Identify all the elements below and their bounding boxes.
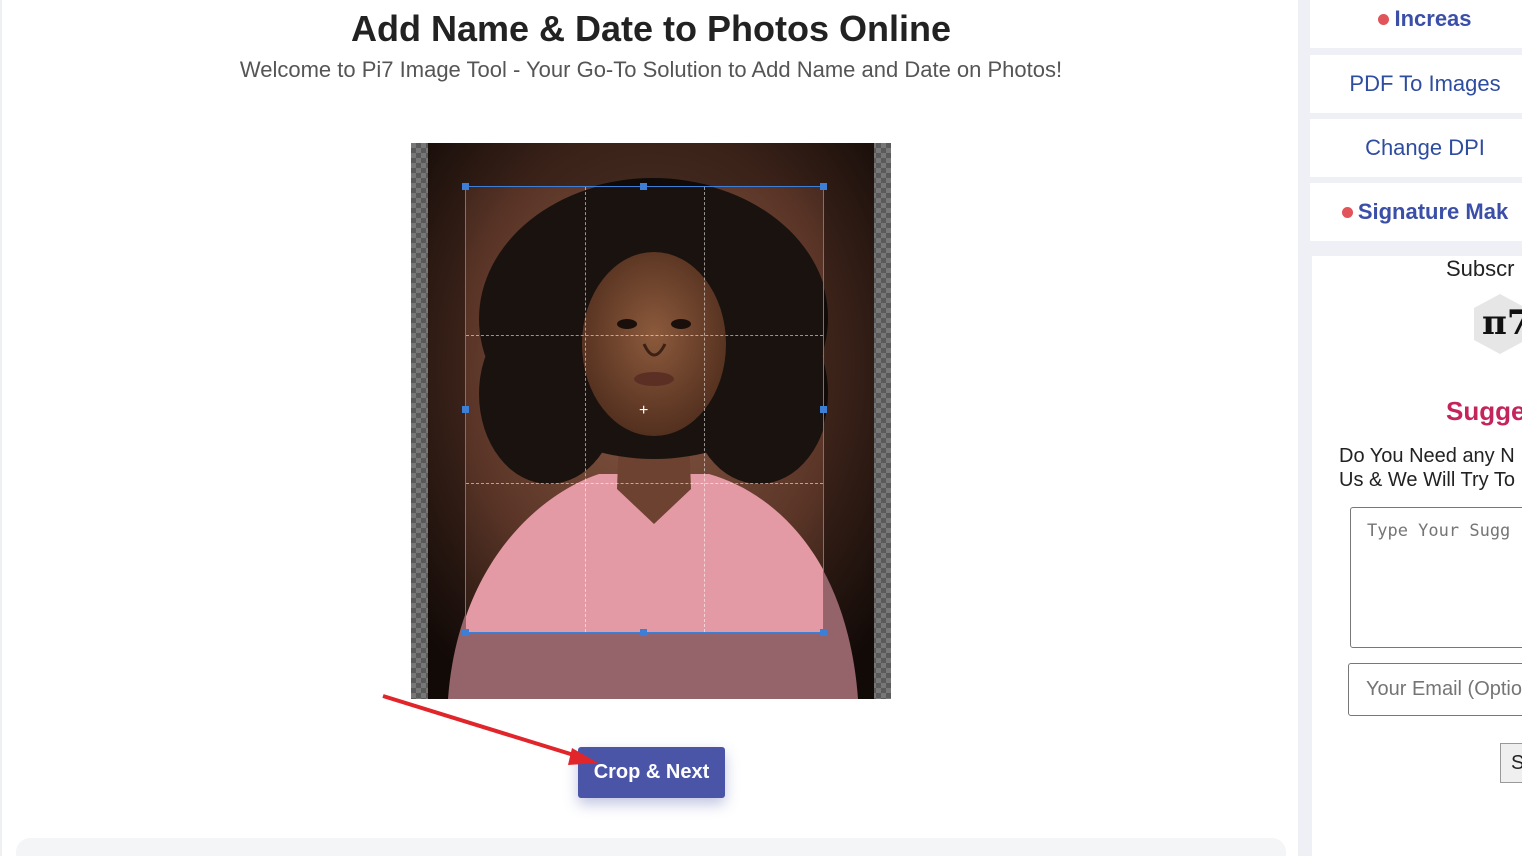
subscribe-suggest-card: Subscr π7 Sugge Do You Need any N Us & W… bbox=[1312, 256, 1522, 856]
sidebar-link-label: Signature Mak bbox=[1357, 199, 1509, 224]
pi7-logo-icon[interactable]: π7 bbox=[1470, 292, 1522, 356]
suggest-heading: Sugge bbox=[1446, 396, 1522, 426]
subscribe-label: Subscr bbox=[1446, 256, 1515, 281]
suggest-text-line: Do You Need any N bbox=[1339, 445, 1515, 467]
crop-handle-bottom-right[interactable] bbox=[820, 629, 827, 636]
crop-selection[interactable]: + bbox=[462, 183, 827, 636]
crop-handle-top-right[interactable] bbox=[820, 183, 827, 190]
page: Add Name & Date to Photos Online Welcome… bbox=[0, 0, 1522, 856]
sidebar-link-increase[interactable]: Increas bbox=[1310, 0, 1522, 48]
suggestion-textarea[interactable] bbox=[1350, 507, 1522, 648]
crop-handle-right[interactable] bbox=[820, 406, 827, 413]
sidebar-link-label: PDF To Images bbox=[1349, 71, 1501, 96]
crop-selection-preview: + bbox=[466, 187, 823, 632]
suggest-text-line: Us & We Will Try To bbox=[1339, 469, 1515, 491]
new-dot-icon bbox=[1378, 13, 1390, 25]
sidebar-link-signature-maker[interactable]: Signature Mak bbox=[1310, 183, 1522, 241]
sidebar: Increas PDF To Images Change DPI Signatu… bbox=[1298, 0, 1522, 856]
suggest-description: Do You Need any N Us & We Will Try To bbox=[1339, 444, 1515, 492]
sidebar-link-label: Increas bbox=[1394, 6, 1472, 31]
bottom-section-card bbox=[16, 838, 1286, 856]
crop-handle-bottom-left[interactable] bbox=[462, 629, 469, 636]
crop-handle-left[interactable] bbox=[462, 406, 469, 413]
page-subtitle: Welcome to Pi7 Image Tool - Your Go-To S… bbox=[239, 57, 1063, 82]
main-content: Add Name & Date to Photos Online Welcome… bbox=[0, 0, 1298, 856]
crop-grid-line bbox=[466, 483, 823, 485]
crop-handle-bottom[interactable] bbox=[640, 629, 647, 636]
crop-handle-top[interactable] bbox=[640, 183, 647, 190]
crop-grid-line bbox=[466, 335, 823, 337]
crop-next-button[interactable]: Crop & Next bbox=[578, 747, 725, 798]
sidebar-link-change-dpi[interactable]: Change DPI bbox=[1310, 119, 1522, 177]
page-title: Add Name & Date to Photos Online bbox=[350, 8, 952, 49]
sidebar-link-label: Change DPI bbox=[1365, 135, 1485, 160]
crop-handle-top-left[interactable] bbox=[462, 183, 469, 190]
submit-suggestion-button[interactable]: S bbox=[1500, 743, 1522, 783]
new-dot-icon bbox=[1341, 206, 1353, 218]
pi7-logo-text: π7 bbox=[1482, 303, 1522, 343]
crop-center-marker: + bbox=[639, 402, 649, 419]
email-input[interactable] bbox=[1348, 663, 1522, 716]
crop-grid-line bbox=[703, 187, 705, 632]
crop-grid-line bbox=[584, 187, 586, 632]
sidebar-link-pdf-to-images[interactable]: PDF To Images bbox=[1310, 55, 1522, 113]
